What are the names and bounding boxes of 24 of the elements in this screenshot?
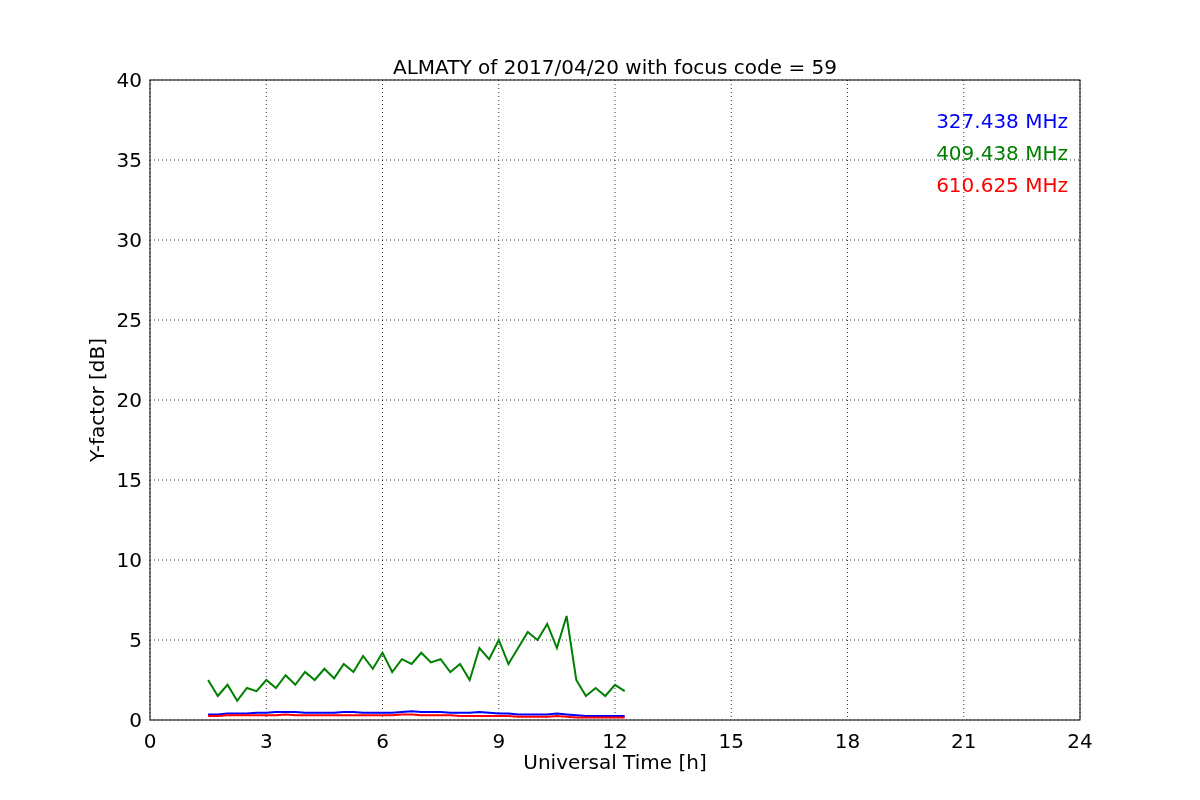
- legend-label: 610.625 MHz: [936, 173, 1068, 197]
- tick-label: 5: [129, 628, 142, 652]
- tick-label: 25: [116, 308, 142, 332]
- chart-title: ALMATY of 2017/04/20 with focus code = 59: [393, 55, 837, 79]
- tick-label: 24: [1067, 729, 1093, 753]
- tick-label: 9: [492, 729, 506, 753]
- tick-label: 0: [143, 729, 157, 753]
- tick-label: 0: [129, 708, 142, 732]
- tick-label: 20: [116, 388, 142, 412]
- tick-label: 40: [116, 68, 142, 92]
- x-axis-label: Universal Time [h]: [523, 750, 707, 774]
- tick-label: 18: [834, 729, 861, 753]
- tick-label: 15: [116, 468, 142, 492]
- tick-label: 10: [116, 548, 142, 572]
- tick-label: 3: [259, 729, 273, 753]
- tick-label: 12: [602, 729, 628, 753]
- tick-label: 6: [376, 729, 389, 753]
- tick-label: 30: [116, 228, 142, 252]
- y-axis-label: Y-factor [dB]: [85, 338, 109, 462]
- legend-label: 409.438 MHz: [936, 141, 1068, 165]
- tick-label: 21: [951, 729, 977, 753]
- tick-label: 15: [718, 729, 744, 753]
- tick-label: 35: [116, 148, 142, 172]
- legend-label: 327.438 MHz: [936, 109, 1068, 133]
